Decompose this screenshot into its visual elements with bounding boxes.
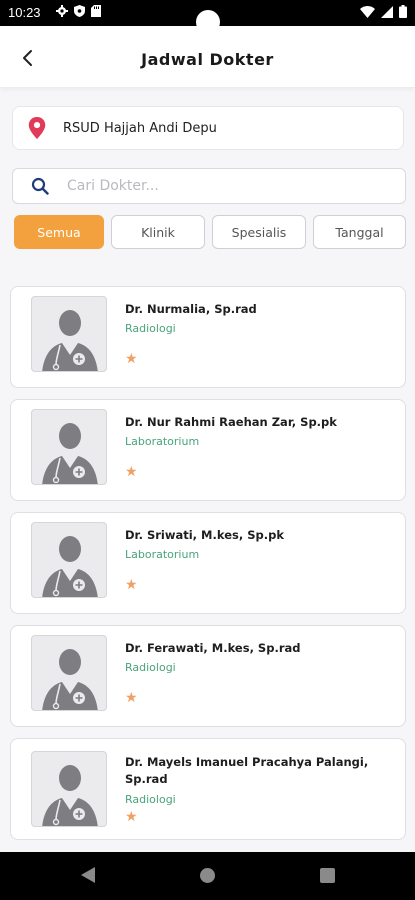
doctor-avatar-icon	[31, 751, 107, 827]
doctor-specialty: Radiologi	[125, 793, 176, 806]
doctor-name: Dr. Mayels Imanuel Pracahya Palangi, Sp.…	[125, 755, 369, 786]
search-input[interactable]	[67, 178, 367, 194]
doctor-card[interactable]: Dr. Sriwati, M.kes, Sp.pk Laboratorium ★	[10, 512, 406, 614]
doctor-avatar-icon	[31, 522, 107, 598]
doctor-avatar-icon	[31, 635, 107, 711]
status-bar: 10:23	[0, 0, 415, 34]
sd-card-icon	[91, 5, 101, 17]
star-icon: ★	[125, 464, 138, 480]
status-right-icons	[360, 5, 407, 18]
map-pin-icon	[28, 117, 46, 139]
search-icon	[31, 177, 49, 195]
filter-chip-tanggal[interactable]: Tanggal	[313, 215, 406, 249]
doctor-name: Dr. Ferawati, M.kes, Sp.rad	[125, 641, 301, 655]
nav-recents-icon[interactable]	[320, 868, 335, 883]
doctor-specialty: Laboratorium	[125, 548, 200, 561]
doctor-avatar-icon	[31, 409, 107, 485]
star-icon: ★	[125, 809, 138, 825]
nav-back-icon[interactable]	[80, 866, 96, 884]
filter-chip-klinik[interactable]: Klinik	[111, 215, 205, 249]
page-title: Jadwal Dokter	[141, 50, 274, 69]
doctor-card[interactable]: Dr. Nurmalia, Sp.rad Radiologi ★	[10, 286, 406, 388]
doctor-card[interactable]: Dr. Ferawati, M.kes, Sp.rad Radiologi ★	[10, 625, 406, 727]
signal-icon	[381, 5, 393, 18]
location-name: RSUD Hajjah Andi Depu	[63, 120, 217, 136]
system-nav-bar	[0, 852, 415, 900]
shield-icon	[74, 5, 85, 17]
search-box[interactable]	[12, 168, 406, 204]
battery-icon	[399, 5, 407, 18]
star-icon: ★	[125, 577, 138, 593]
nav-home-icon[interactable]	[200, 868, 215, 883]
filter-chip-spesialis[interactable]: Spesialis	[212, 215, 306, 249]
gear-icon	[56, 5, 68, 17]
doctor-specialty: Radiologi	[125, 322, 176, 335]
filter-chip-semua[interactable]: Semua	[14, 215, 104, 249]
doctor-specialty: Laboratorium	[125, 435, 200, 448]
star-icon: ★	[125, 351, 138, 367]
doctor-card[interactable]: Dr. Nur Rahmi Raehan Zar, Sp.pk Laborato…	[10, 399, 406, 501]
doctor-name: Dr. Sriwati, M.kes, Sp.pk	[125, 528, 284, 542]
location-selector[interactable]: RSUD Hajjah Andi Depu	[12, 106, 404, 150]
status-time: 10:23	[8, 5, 41, 20]
star-icon: ★	[125, 690, 138, 706]
app-bar: Jadwal Dokter	[0, 26, 415, 88]
doctor-avatar-icon	[31, 296, 107, 372]
status-left-icons	[56, 5, 101, 17]
wifi-icon	[360, 5, 375, 18]
doctor-name: Dr. Nurmalia, Sp.rad	[125, 302, 257, 316]
doctor-name: Dr. Nur Rahmi Raehan Zar, Sp.pk	[125, 415, 337, 429]
doctor-card[interactable]: Dr. Mayels Imanuel Pracahya Palangi, Sp.…	[10, 738, 406, 840]
filter-tabs: Semua Klinik Spesialis Tanggal	[14, 215, 406, 250]
doctor-specialty: Radiologi	[125, 661, 176, 674]
